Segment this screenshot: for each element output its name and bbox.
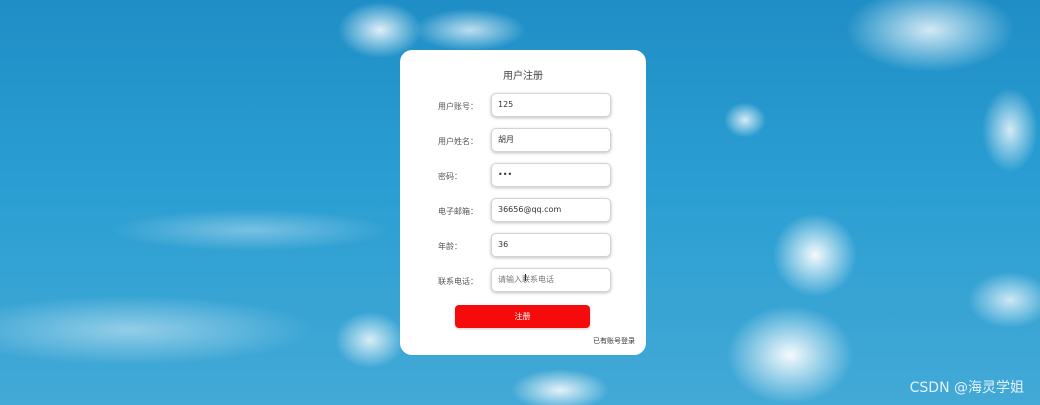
- name-input[interactable]: 胡月: [491, 128, 611, 152]
- form-title: 用户注册: [503, 71, 543, 82]
- csdn-watermark: CSDN @海灵学姐: [909, 380, 1024, 396]
- register-card: 用户注册 用户账号： 125 用户姓名： 胡月 密码： ••• 电子邮箱： 36…: [400, 50, 646, 355]
- login-link[interactable]: 已有账号登录: [593, 336, 635, 346]
- name-label: 用户姓名：: [438, 137, 478, 146]
- phone-row: 联系电话： 请输入联系电话 I: [400, 268, 646, 294]
- password-label: 密码：: [438, 172, 462, 181]
- password-row: 密码： •••: [400, 163, 646, 189]
- age-input[interactable]: 36: [491, 233, 611, 257]
- email-input[interactable]: 36656@qq.com: [491, 198, 611, 222]
- password-input[interactable]: •••: [491, 163, 611, 187]
- text-cursor-icon: I: [524, 273, 527, 284]
- phone-input[interactable]: 请输入联系电话: [491, 268, 611, 292]
- phone-label: 联系电话：: [438, 277, 478, 286]
- account-label: 用户账号：: [438, 102, 478, 111]
- account-input[interactable]: 125: [491, 93, 611, 117]
- age-label: 年龄：: [438, 242, 462, 251]
- name-row: 用户姓名： 胡月: [400, 128, 646, 154]
- account-row: 用户账号： 125: [400, 93, 646, 119]
- age-row: 年龄： 36: [400, 233, 646, 259]
- email-label: 电子邮箱：: [438, 207, 478, 216]
- register-button[interactable]: 注册: [455, 305, 590, 328]
- email-row: 电子邮箱： 36656@qq.com: [400, 198, 646, 224]
